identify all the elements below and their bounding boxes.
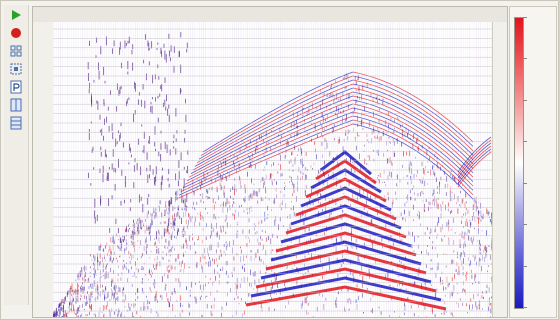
time-axis [33,22,54,317]
colorbar-label [529,96,553,104]
trace-header-row [33,7,507,23]
colorbar-label [529,303,553,311]
colorbar-tick [523,141,527,143]
colorbar-label [529,220,553,228]
time-label [34,260,52,268]
time-label [34,91,52,99]
time-label [34,128,52,136]
time-label [34,232,52,240]
record-icon [11,28,21,38]
time-label [34,157,52,165]
trace-header-cell [255,9,274,19]
grid-icon [10,45,22,57]
zoom-icon [10,63,22,75]
right-gutter [492,22,507,317]
trace-header-cell [395,9,414,19]
time-label [34,166,52,174]
time-label [34,204,52,212]
colorbar-tick [523,307,527,308]
time-label [34,269,52,277]
trace-header-cell [415,9,434,19]
time-label [34,63,52,71]
colorbar-label [529,54,553,62]
colorbar-label [529,179,553,187]
colorbar-tick [523,265,527,267]
trace-header-cell [375,9,394,19]
play-button[interactable] [8,7,24,23]
time-label [34,25,52,33]
time-label [34,147,52,155]
trace-header-cell [455,9,474,19]
trace-header-cell [475,9,494,19]
time-label [34,175,52,183]
tool-palette [4,5,29,305]
columns-icon [10,98,22,112]
trace-header-cell [275,9,294,19]
pick-button[interactable] [8,79,24,95]
trace-header-cell [215,9,234,19]
time-label [34,279,52,287]
trace-header-cell [75,9,94,19]
trace-header-cell [315,9,334,19]
colorbar-label [529,137,553,145]
colorbar-label [529,13,553,21]
time-label [34,251,52,259]
colorbar-tick [523,58,527,60]
trace-header-cell [135,9,154,19]
trace-header-cell [195,9,214,19]
time-label [34,213,52,221]
colorbar-tick [523,182,527,184]
trace-header-cell [235,9,254,19]
amplitude-colorbar-panel [509,6,557,318]
colorbar-tick [523,17,527,18]
time-label [34,119,52,127]
time-label [34,288,52,296]
trace-header-cell [435,9,454,19]
trace-header-cell [175,9,194,19]
time-label [34,222,52,230]
trace-header-cell [115,9,134,19]
trace-header-cell [355,9,374,19]
rows-button[interactable] [8,115,24,131]
time-label [34,81,52,89]
zoom-button[interactable] [8,61,24,77]
pick-icon [10,80,22,94]
colorbar-tick [523,224,527,226]
trace-header-cell [295,9,314,19]
time-label [34,72,52,80]
time-label [34,110,52,118]
time-label [34,307,52,315]
time-label [34,44,52,52]
time-label [34,194,52,202]
trace-header-cell [55,9,74,19]
colorbar-tick [523,99,527,101]
trace-header-cell [155,9,174,19]
time-label [34,100,52,108]
colorbar-label [529,262,553,270]
time-label [34,34,52,42]
time-label [34,185,52,193]
trace-header-cell [95,9,114,19]
plot-background [53,22,493,317]
seismic-section-viewer [32,6,508,318]
time-label [34,53,52,61]
seismic-viewer-window [0,0,559,320]
columns-button[interactable] [8,97,24,113]
time-label [34,138,52,146]
time-label [34,298,52,306]
seismic-canvas [53,22,493,317]
play-icon [12,10,21,20]
trace-header-cell [335,9,354,19]
rows-icon [10,116,22,130]
time-label [34,241,52,249]
seismic-plot[interactable] [53,22,493,317]
record-button[interactable] [8,25,24,41]
grid-button[interactable] [8,43,24,59]
